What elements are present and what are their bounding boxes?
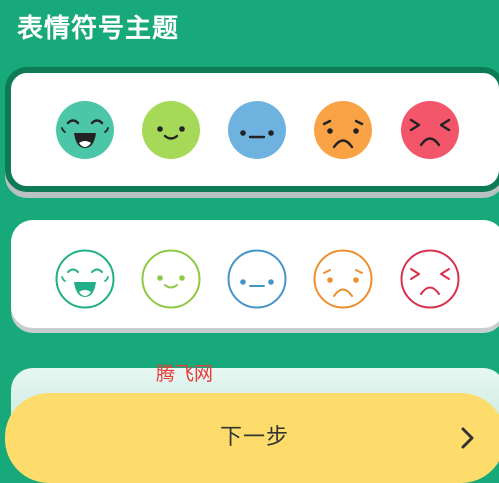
smiling-face-icon xyxy=(141,100,201,160)
sad-face-icon xyxy=(313,249,373,309)
neutral-face-icon xyxy=(227,100,287,160)
next-button-label: 下一步 xyxy=(220,425,290,450)
page-title: 表情符号主题 xyxy=(17,14,180,44)
smiling-face-icon xyxy=(141,249,201,309)
sad-face-icon xyxy=(313,100,373,160)
watermark: 腾飞网 xyxy=(156,363,214,385)
laughing-face-icon xyxy=(55,100,115,160)
chevron-right-icon xyxy=(458,426,478,450)
neutral-face-icon xyxy=(227,249,287,309)
upset-face-icon xyxy=(400,249,460,309)
laughing-face-icon xyxy=(55,249,115,309)
next-button[interactable]: 下一步 xyxy=(5,393,499,483)
upset-face-icon xyxy=(400,100,460,160)
